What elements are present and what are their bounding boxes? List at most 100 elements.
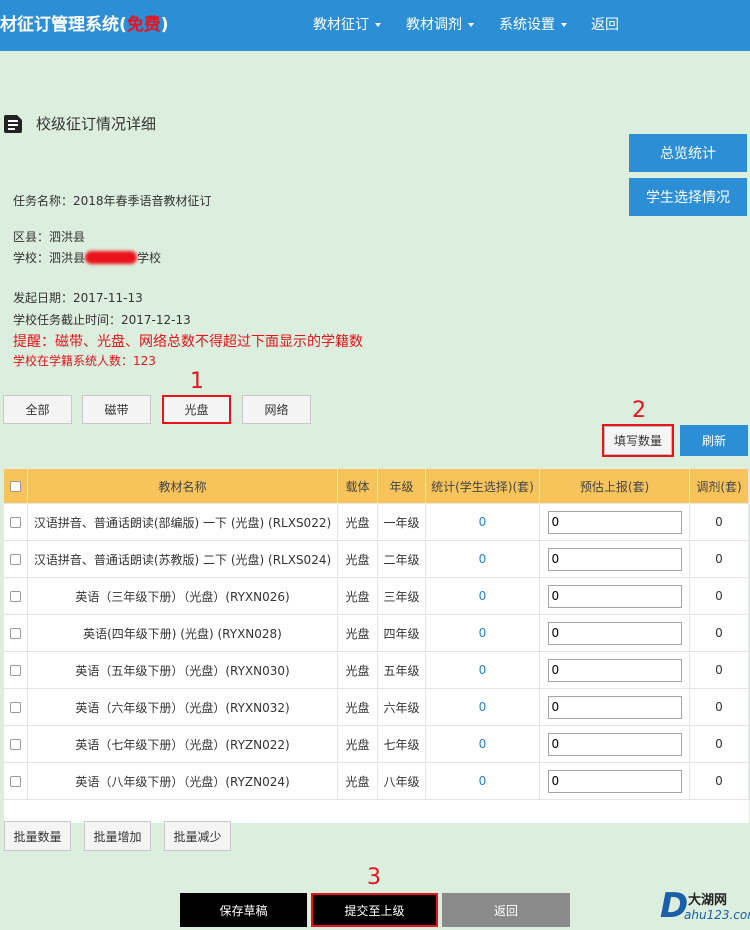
header-estimate: 预估上报(套) [539, 468, 690, 504]
filter-disc-button[interactable]: 光盘 [162, 395, 231, 424]
estimate-cell [539, 688, 690, 726]
estimate-input[interactable] [547, 769, 682, 793]
textbook-name: 英语（五年级下册）（光盘）(RYXN030) [27, 651, 338, 689]
medium-cell: 光盘 [337, 762, 378, 800]
textbook-name: 英语（七年级下册）（光盘）(RYZN022) [27, 725, 338, 763]
batch-increase-button[interactable]: 批量增加 [84, 821, 151, 851]
textbook-name: 英语(四年级下册) (光盘) (RYXN028) [27, 614, 338, 652]
stat-link[interactable]: 0 [425, 688, 540, 726]
estimate-cell [539, 540, 690, 578]
grade-cell: 三年级 [377, 577, 426, 615]
adjust-cell: 0 [689, 577, 749, 615]
textbook-name: 汉语拼音、普通话朗读(苏教版) 二下 (光盘) (RLXS024) [27, 540, 338, 578]
county-text: 区县：泗洪县 [13, 230, 86, 244]
adjust-cell: 0 [689, 762, 749, 800]
medium-cell: 光盘 [337, 688, 378, 726]
filter-network-button[interactable]: 网络 [242, 395, 311, 424]
estimate-input[interactable] [547, 584, 682, 608]
select-all-checkbox[interactable] [10, 481, 21, 492]
row-select-cell[interactable] [3, 725, 28, 763]
stat-link[interactable]: 0 [425, 725, 540, 763]
medium-cell: 光盘 [337, 503, 378, 541]
grade-cell: 六年级 [377, 688, 426, 726]
row-checkbox[interactable] [10, 776, 21, 787]
estimate-input[interactable] [547, 695, 682, 719]
row-select-cell[interactable] [3, 688, 28, 726]
filter-all-button[interactable]: 全部 [3, 395, 72, 424]
estimate-cell [539, 725, 690, 763]
top-navbar: 材征订管理系统(免费) 教材征订 教材调剂 系统设置 返回 [0, 0, 750, 51]
row-checkbox[interactable] [10, 665, 21, 676]
caret-down-icon [468, 23, 474, 27]
row-select-cell[interactable] [3, 651, 28, 689]
row-checkbox[interactable] [10, 517, 21, 528]
table-row: 英语（七年级下册）（光盘）(RYZN022) 光盘 七年级 0 0 [3, 725, 749, 763]
table-header-row: 教材名称 载体 年级 统计(学生选择)(套) 预估上报(套) 调剂(套) [3, 468, 749, 504]
refresh-button[interactable]: 刷新 [680, 425, 748, 456]
nav-back-link[interactable]: 返回 [591, 0, 619, 51]
row-checkbox[interactable] [10, 628, 21, 639]
row-checkbox[interactable] [10, 591, 21, 602]
stat-link[interactable]: 0 [425, 503, 540, 541]
back-button[interactable]: 返回 [442, 893, 570, 927]
estimate-cell [539, 577, 690, 615]
nav-menu-textbook-adjust[interactable]: 教材调剂 [406, 0, 474, 51]
row-select-cell[interactable] [3, 762, 28, 800]
nav-menu-system-settings[interactable]: 系统设置 [499, 0, 567, 51]
row-checkbox[interactable] [10, 554, 21, 565]
header-medium: 载体 [337, 468, 378, 504]
adjust-cell: 0 [689, 651, 749, 689]
submit-to-superior-button[interactable]: 提交至上级 [311, 893, 438, 927]
grade-cell: 四年级 [377, 614, 426, 652]
stat-link[interactable]: 0 [425, 540, 540, 578]
textbook-name: 英语（三年级下册）（光盘）(RYXN026) [27, 577, 338, 615]
batch-quantity-button[interactable]: 批量数量 [4, 821, 71, 851]
estimate-cell [539, 762, 690, 800]
row-select-cell[interactable] [3, 503, 28, 541]
table-row: 英语（六年级下册）（光盘）(RYXN032) 光盘 六年级 0 0 [3, 688, 749, 726]
estimate-input[interactable] [547, 510, 682, 534]
stat-link[interactable]: 0 [425, 577, 540, 615]
brand-title-close: ) [160, 15, 169, 35]
fill-quantity-button[interactable]: 填写数量 [602, 424, 674, 457]
nav-label: 教材征订 [313, 17, 369, 33]
row-select-cell[interactable] [3, 614, 28, 652]
grade-cell: 七年级 [377, 725, 426, 763]
start-date-text: 发起日期：2017-11-13 [13, 291, 143, 305]
estimate-input[interactable] [547, 732, 682, 756]
row-select-cell[interactable] [3, 540, 28, 578]
row-select-cell[interactable] [3, 577, 28, 615]
row-checkbox[interactable] [10, 739, 21, 750]
document-list-icon [4, 115, 22, 133]
watermark-url: ahu123.com [684, 908, 750, 922]
estimate-input[interactable] [547, 547, 682, 571]
adjust-cell: 0 [689, 725, 749, 763]
school-suffix: 学校 [137, 251, 162, 265]
redaction-mark [85, 251, 138, 264]
estimate-input[interactable] [547, 621, 682, 645]
stat-link[interactable]: 0 [425, 651, 540, 689]
header-select-all[interactable] [3, 468, 28, 504]
annotation-number-1: 1 [190, 369, 204, 394]
table-footer-spacer [3, 799, 749, 823]
nav-menu-textbook-order[interactable]: 教材征订 [313, 0, 381, 51]
page-title: 校级征订情况详细 [36, 115, 157, 133]
overview-stats-button[interactable]: 总览统计 [629, 134, 747, 172]
student-choice-button[interactable]: 学生选择情况 [629, 178, 747, 216]
app-brand[interactable]: 材征订管理系统(免费) [0, 0, 169, 51]
caret-down-icon [375, 23, 381, 27]
stat-link[interactable]: 0 [425, 762, 540, 800]
school-prefix: 学校：泗洪县 [13, 251, 86, 265]
textbook-name: 英语（六年级下册）（光盘）(RYXN032) [27, 688, 338, 726]
estimate-input[interactable] [547, 658, 682, 682]
header-stat: 统计(学生选择)(套) [425, 468, 540, 504]
textbook-name: 英语（八年级下册）（光盘）(RYZN024) [27, 762, 338, 800]
save-draft-button[interactable]: 保存草稿 [180, 893, 307, 927]
reminder-text: 提醒：磁带、光盘、网络总数不得超过下面显示的学籍数 [13, 334, 363, 350]
batch-decrease-button[interactable]: 批量减少 [164, 821, 231, 851]
row-checkbox[interactable] [10, 702, 21, 713]
stat-link[interactable]: 0 [425, 614, 540, 652]
grade-cell: 五年级 [377, 651, 426, 689]
table-row: 汉语拼音、普通话朗读(苏教版) 二下 (光盘) (RLXS024) 光盘 二年级… [3, 540, 749, 578]
filter-tape-button[interactable]: 磁带 [82, 395, 151, 424]
